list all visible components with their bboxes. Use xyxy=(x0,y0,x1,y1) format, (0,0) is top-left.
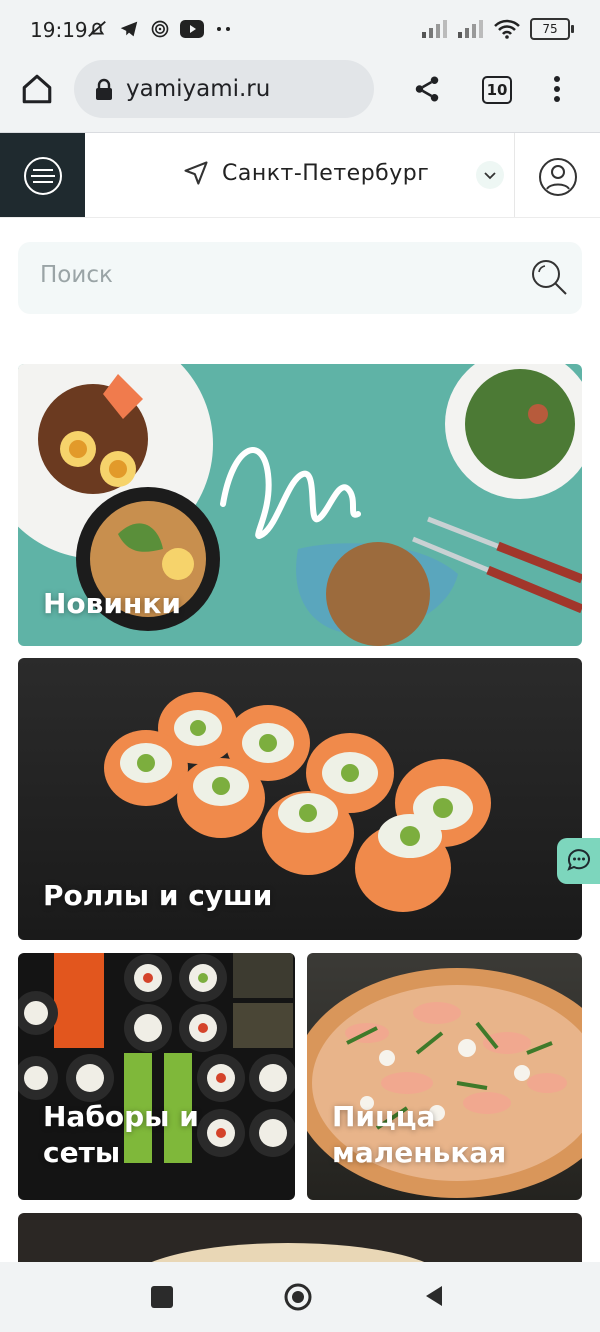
menu-icon xyxy=(24,157,62,195)
tab-switcher-button[interactable]: 10 xyxy=(482,76,512,104)
search-bar[interactable]: Поиск xyxy=(18,242,582,314)
share-icon[interactable] xyxy=(412,74,442,104)
city-selector[interactable]: Санкт-Петербург xyxy=(182,159,429,187)
battery-indicator: 75 xyxy=(530,18,574,40)
signal-1-icon xyxy=(422,20,447,38)
chat-widget-button[interactable] xyxy=(557,838,600,884)
chat-icon xyxy=(567,849,590,871)
address-bar[interactable]: yamiyami.ru xyxy=(74,60,374,118)
city-dropdown-button[interactable] xyxy=(476,161,504,189)
site-header: Санкт-Петербург xyxy=(0,133,600,218)
city-name: Санкт-Петербург xyxy=(222,160,430,186)
wifi-icon xyxy=(494,19,520,39)
category-card-small-pizza[interactable]: Пицца маленькая xyxy=(307,953,582,1200)
chevron-down-icon xyxy=(484,172,496,180)
category-card-sets[interactable]: Наборы и сеты xyxy=(18,953,295,1200)
recent-apps-button[interactable] xyxy=(151,1286,173,1308)
browser-toolbar: yamiyami.ru 10 xyxy=(0,60,600,133)
profile-button[interactable] xyxy=(530,149,586,205)
location-arrow-icon xyxy=(184,161,208,185)
status-time: 19:19 xyxy=(30,18,88,42)
search-icon[interactable] xyxy=(528,256,572,300)
signal-2-icon xyxy=(458,20,483,38)
overflow-menu-icon[interactable] xyxy=(545,74,569,104)
category-label: Роллы и суши xyxy=(43,879,273,912)
url-text: yamiyami.ru xyxy=(126,76,271,102)
muted-notifications-icon xyxy=(88,20,106,38)
telegram-icon xyxy=(120,21,138,37)
lock-icon xyxy=(96,78,112,100)
status-bar: 19:19 75 xyxy=(0,0,600,60)
more-notifications-icon xyxy=(217,27,230,31)
category-label: Наборы и сеты xyxy=(43,1100,199,1169)
back-button-icon[interactable] xyxy=(422,1284,446,1308)
category-label: Новинки xyxy=(43,587,181,620)
category-card-rolls[interactable]: Роллы и суши xyxy=(18,658,582,940)
system-navigation-bar xyxy=(0,1262,600,1332)
header-divider xyxy=(514,133,515,217)
menu-button[interactable] xyxy=(0,133,85,217)
status-system-icons: 75 xyxy=(422,18,574,40)
status-notification-icons xyxy=(86,18,234,40)
youtube-icon xyxy=(180,20,204,38)
category-card-new[interactable]: Новинки xyxy=(18,364,582,646)
home-icon[interactable] xyxy=(20,72,54,106)
user-icon xyxy=(539,158,577,196)
search-input[interactable]: Поиск xyxy=(40,262,113,288)
category-label: Пицца маленькая xyxy=(332,1100,507,1169)
spiral-app-icon xyxy=(151,20,169,38)
home-button-icon[interactable] xyxy=(283,1282,313,1312)
